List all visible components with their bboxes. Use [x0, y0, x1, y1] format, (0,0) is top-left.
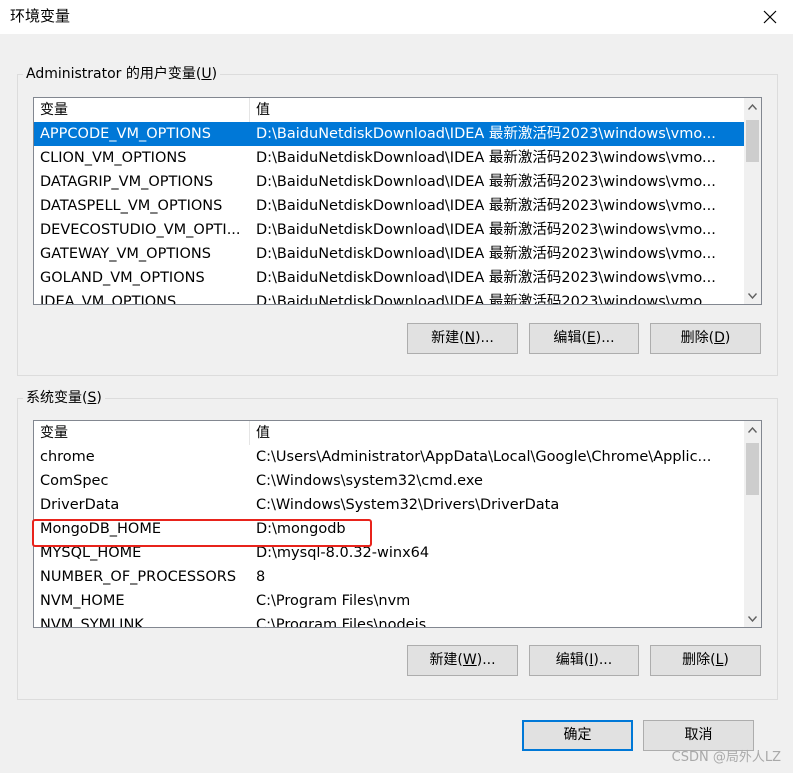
system-variables-list[interactable]: 变量 值 chrome C:\Users\Administrator\AppDat… [33, 420, 762, 628]
variable-name-cell: DATAGRIP_VM_OPTIONS [40, 174, 214, 190]
system-delete-button[interactable]: 删除(L) [650, 645, 761, 676]
table-row[interactable]: CLION_VM_OPTIONS D:\BaiduNetdiskDownload\… [34, 146, 744, 170]
variable-value-cell: D:\BaiduNetdiskDownload\IDEA 最新激活码2023\w… [256, 222, 716, 238]
column-header-value[interactable]: 值 [250, 421, 744, 445]
table-row[interactable]: GOLAND_VM_OPTIONS D:\BaiduNetdiskDownload… [34, 266, 744, 290]
variable-value-cell: D:\BaiduNetdiskDownload\IDEA 最新激活码2023\w… [256, 126, 716, 142]
table-row[interactable]: MYSQL_HOME D:\mysql-8.0.32-winx64 [34, 541, 744, 565]
scroll-up-button[interactable] [744, 421, 761, 438]
table-row[interactable]: APPCODE_VM_OPTIONS D:\BaiduNetdiskDownloa… [34, 122, 744, 146]
table-row[interactable]: IDEA_VM_OPTIONS D:\BaiduNetdiskDownload\I… [34, 290, 744, 305]
table-row[interactable]: NVM_SYMLINK C:\Program Files\nodejs [34, 613, 744, 628]
user-variables-rows: APPCODE_VM_OPTIONS D:\BaiduNetdiskDownloa… [34, 122, 744, 304]
list-header: 变量 值 [34, 98, 744, 122]
ok-button[interactable]: 确定 [522, 720, 633, 751]
variable-value-cell: D:\BaiduNetdiskDownload\IDEA 最新激活码2023\w… [256, 174, 716, 190]
variable-name-cell: NVM_SYMLINK [40, 617, 144, 628]
chevron-up-icon [748, 426, 757, 433]
table-row[interactable]: chrome C:\Users\Administrator\AppData\Loc… [34, 445, 744, 469]
variable-name-cell: GOLAND_VM_OPTIONS [40, 270, 205, 286]
title-bar: 环境变量 [0, 0, 793, 34]
watermark: CSDN @局外人LZ [671, 750, 781, 765]
scroll-down-button[interactable] [744, 610, 761, 627]
scroll-down-button[interactable] [744, 287, 761, 304]
scroll-thumb[interactable] [746, 443, 759, 495]
system-variables-group-label: 系统变量(S) [23, 389, 105, 407]
variable-value-cell: D:\BaiduNetdiskDownload\IDEA 最新激活码2023\w… [256, 270, 716, 286]
table-row[interactable]: DEVECOSTUDIO_VM_OPTI... D:\BaiduNetdiskDo… [34, 218, 744, 242]
table-row[interactable]: DATAGRIP_VM_OPTIONS D:\BaiduNetdiskDownlo… [34, 170, 744, 194]
system-new-button[interactable]: 新建(W)... [407, 645, 518, 676]
variable-value-cell: D:\mysql-8.0.32-winx64 [256, 545, 430, 561]
table-row[interactable]: NVM_HOME C:\Program Files\nvm [34, 589, 744, 613]
variable-value-cell: D:\mongodb [256, 521, 346, 537]
variable-name-cell: MongoDB_HOME [40, 521, 161, 537]
column-header-variable[interactable]: 变量 [34, 98, 250, 122]
scroll-thumb[interactable] [746, 120, 759, 162]
variable-name-cell: DATASPELL_VM_OPTIONS [40, 198, 223, 214]
chevron-up-icon [748, 103, 757, 110]
user-variables-list[interactable]: 变量 值 APPCODE_VM_OPTIONS D:\BaiduNetdiskDo… [33, 97, 762, 305]
user-edit-button[interactable]: 编辑(E)... [529, 323, 639, 354]
column-header-value[interactable]: 值 [250, 98, 744, 122]
variable-value-cell: C:\Windows\System32\Drivers\DriverData [256, 497, 560, 513]
chevron-down-icon [748, 292, 757, 299]
variable-value-cell: D:\BaiduNetdiskDownload\IDEA 最新激活码2023\w… [256, 198, 716, 214]
system-edit-button[interactable]: 编辑(I)... [529, 645, 639, 676]
table-row[interactable]: DATASPELL_VM_OPTIONS D:\BaiduNetdiskDownl… [34, 194, 744, 218]
variable-value-cell: D:\BaiduNetdiskDownload\IDEA 最新激活码2023\w… [256, 150, 716, 166]
variable-value-cell: 8 [256, 569, 266, 585]
table-row[interactable]: MongoDB_HOME D:\mongodb [34, 517, 744, 541]
table-row[interactable]: ComSpec C:\Windows\system32\cmd.exe [34, 469, 744, 493]
table-row[interactable]: GATEWAY_VM_OPTIONS D:\BaiduNetdiskDownloa… [34, 242, 744, 266]
close-button[interactable] [747, 0, 793, 34]
variable-value-cell: C:\Program Files\nodejs [256, 617, 427, 628]
chevron-down-icon [748, 615, 757, 622]
close-icon [763, 10, 777, 24]
variable-name-cell: DEVECOSTUDIO_VM_OPTI... [40, 222, 241, 238]
list-header: 变量 值 [34, 421, 744, 445]
scroll-up-button[interactable] [744, 98, 761, 115]
variable-value-cell: C:\Users\Administrator\AppData\Local\Goo… [256, 449, 712, 465]
variable-name-cell: NUMBER_OF_PROCESSORS [40, 569, 237, 585]
variable-value-cell: D:\BaiduNetdiskDownload\IDEA 最新激活码2023\w… [256, 246, 716, 262]
variable-name-cell: DriverData [40, 497, 120, 513]
variable-name-cell: CLION_VM_OPTIONS [40, 150, 187, 166]
variable-name-cell: NVM_HOME [40, 593, 125, 609]
column-header-variable[interactable]: 变量 [34, 421, 250, 445]
window-title: 环境变量 [10, 7, 71, 25]
user-list-scrollbar[interactable] [744, 98, 761, 304]
variable-name-cell: GATEWAY_VM_OPTIONS [40, 246, 211, 262]
user-variables-group-label: Administrator 的用户变量(U) [23, 65, 221, 83]
variable-value-cell: D:\BaiduNetdiskDownload\IDEA 最新激活码2023\w… [256, 294, 716, 305]
variable-name-cell: chrome [40, 449, 95, 465]
variable-name-cell: IDEA_VM_OPTIONS [40, 294, 177, 305]
variable-name-cell: ComSpec [40, 473, 109, 489]
variable-name-cell: APPCODE_VM_OPTIONS [40, 126, 211, 142]
environment-variables-dialog: 环境变量 Administrator 的用户变量(U) 变量 值 APPCODE… [0, 0, 793, 773]
system-list-scrollbar[interactable] [744, 421, 761, 627]
variable-value-cell: C:\Windows\system32\cmd.exe [256, 473, 483, 489]
system-variables-rows: chrome C:\Users\Administrator\AppData\Loc… [34, 445, 744, 627]
variable-name-cell: MYSQL_HOME [40, 545, 142, 561]
user-new-button[interactable]: 新建(N)... [407, 323, 518, 354]
variable-value-cell: C:\Program Files\nvm [256, 593, 411, 609]
user-delete-button[interactable]: 删除(D) [650, 323, 761, 354]
table-row[interactable]: DriverData C:\Windows\System32\Drivers\Dr… [34, 493, 744, 517]
table-row[interactable]: NUMBER_OF_PROCESSORS 8 [34, 565, 744, 589]
